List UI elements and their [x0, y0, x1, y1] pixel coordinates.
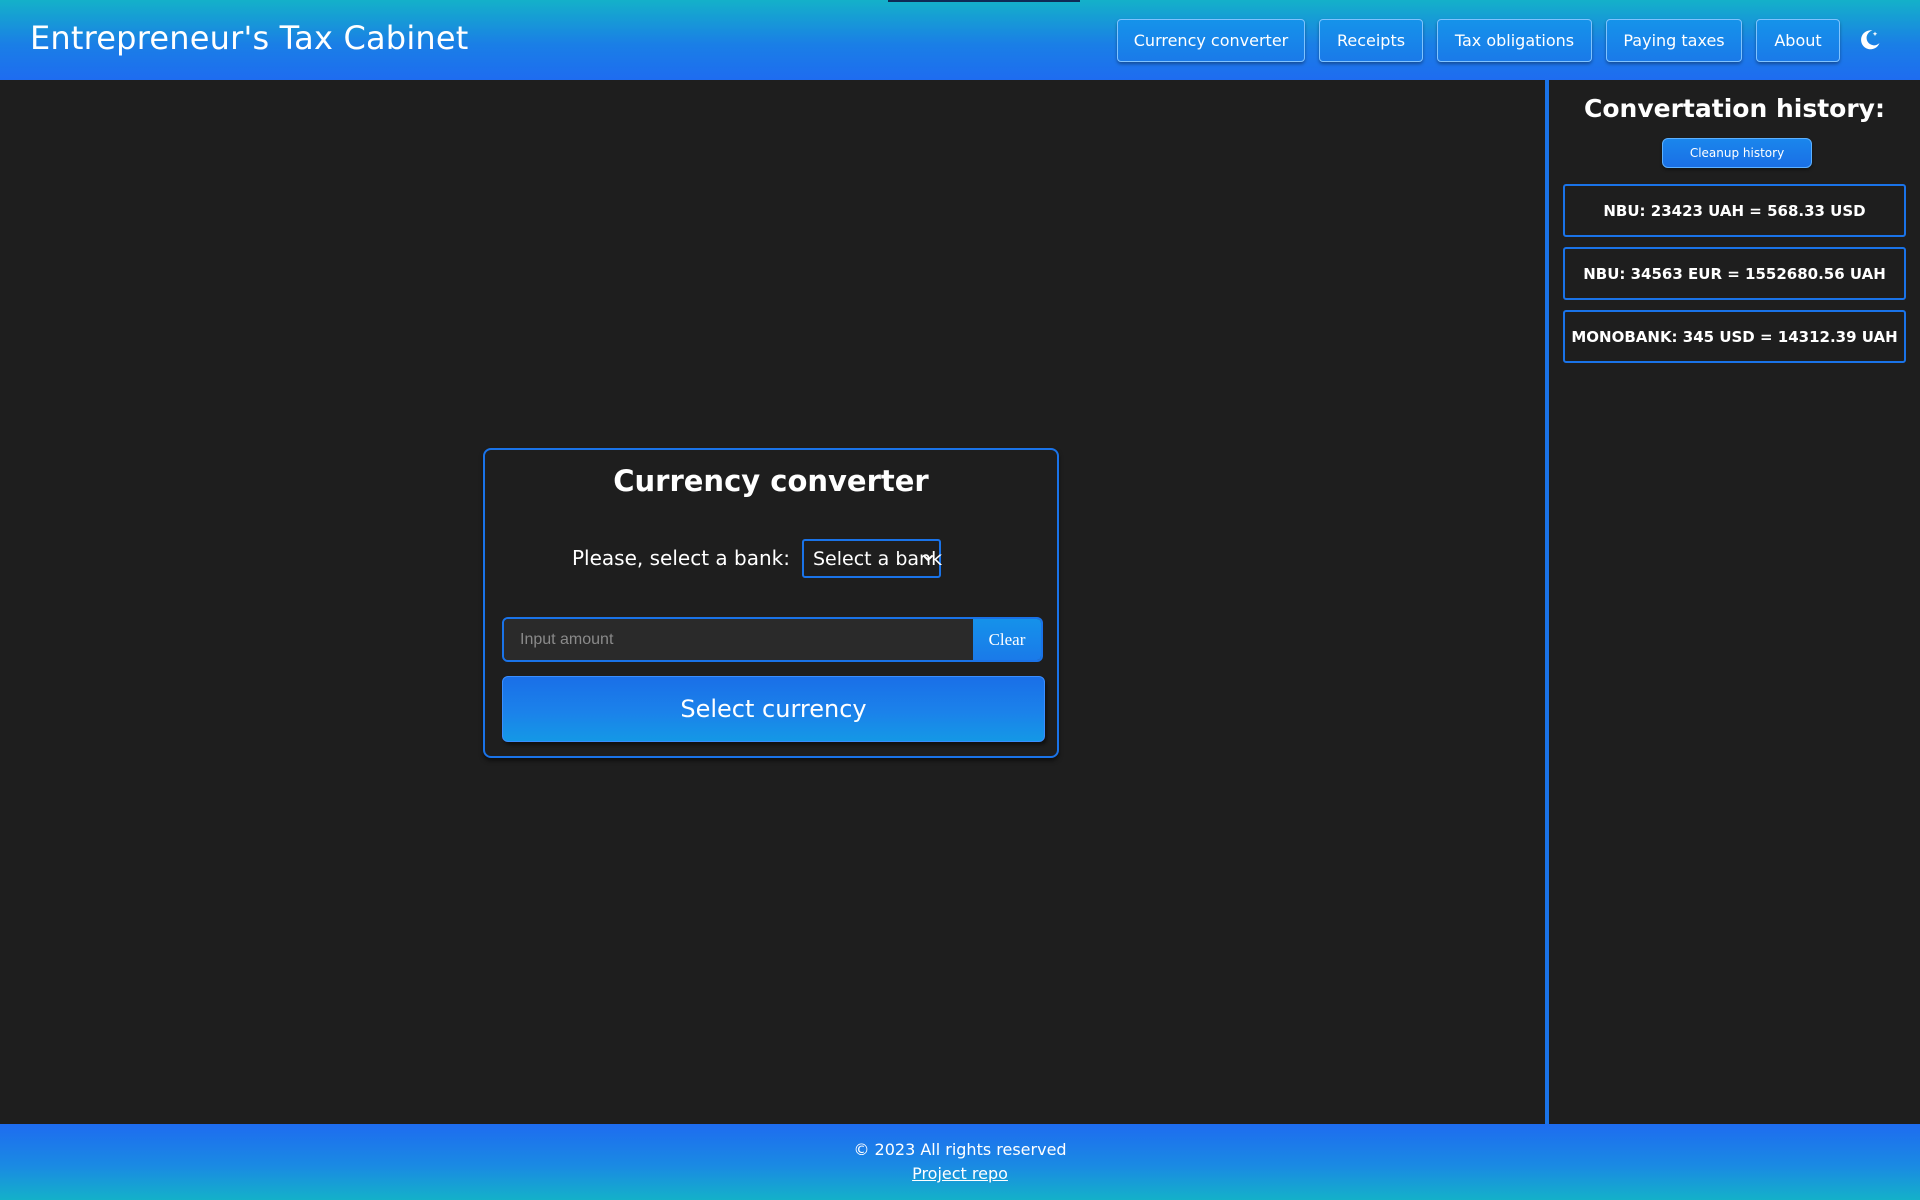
nav-receipts[interactable]: Receipts — [1319, 19, 1423, 62]
bank-label: Please, select a bank: — [572, 546, 790, 570]
copyright-text: © 2023 All rights reserved — [853, 1140, 1067, 1159]
nav-currency-converter[interactable]: Currency converter — [1117, 19, 1305, 62]
converter-title: Currency converter — [613, 464, 929, 498]
app-header: Entrepreneur's Tax Cabinet Currency conv… — [0, 0, 1920, 80]
site-title: Entrepreneur's Tax Cabinet — [30, 19, 469, 57]
clear-button[interactable]: Clear — [973, 619, 1041, 660]
moon-icon — [1861, 30, 1880, 50]
nav-paying-taxes[interactable]: Paying taxes — [1606, 19, 1742, 62]
currency-converter-card: Currency converter Please, select a bank… — [483, 448, 1059, 758]
nav-tax-obligations[interactable]: Tax obligations — [1437, 19, 1592, 62]
history-title: Convertation history: — [1584, 94, 1885, 123]
app-footer: © 2023 All rights reserved Project repo — [0, 1124, 1920, 1200]
cleanup-history-button[interactable]: Cleanup history — [1662, 138, 1812, 168]
theme-toggle-button[interactable] — [1855, 25, 1885, 55]
history-item: NBU: 34563 EUR = 1552680.56 UAH — [1563, 247, 1906, 300]
project-repo-link-row: Project repo — [0, 1164, 1920, 1183]
project-repo-link[interactable]: Project repo — [912, 1164, 1008, 1183]
amount-input-group: Clear — [502, 617, 1043, 662]
nav-about[interactable]: About — [1756, 19, 1840, 62]
bank-select[interactable]: Select a bank — [802, 539, 942, 578]
history-item: NBU: 23423 UAH = 568.33 USD — [1563, 184, 1906, 237]
select-currency-button[interactable]: Select currency — [502, 676, 1045, 742]
header-top-accent — [888, 0, 1080, 2]
history-item: MONOBANK: 345 USD = 14312.39 UAH — [1563, 310, 1906, 363]
history-sidebar: Convertation history: Cleanup history NB… — [1545, 80, 1920, 1124]
amount-input[interactable] — [504, 619, 973, 660]
chevron-down-icon — [923, 555, 933, 561]
